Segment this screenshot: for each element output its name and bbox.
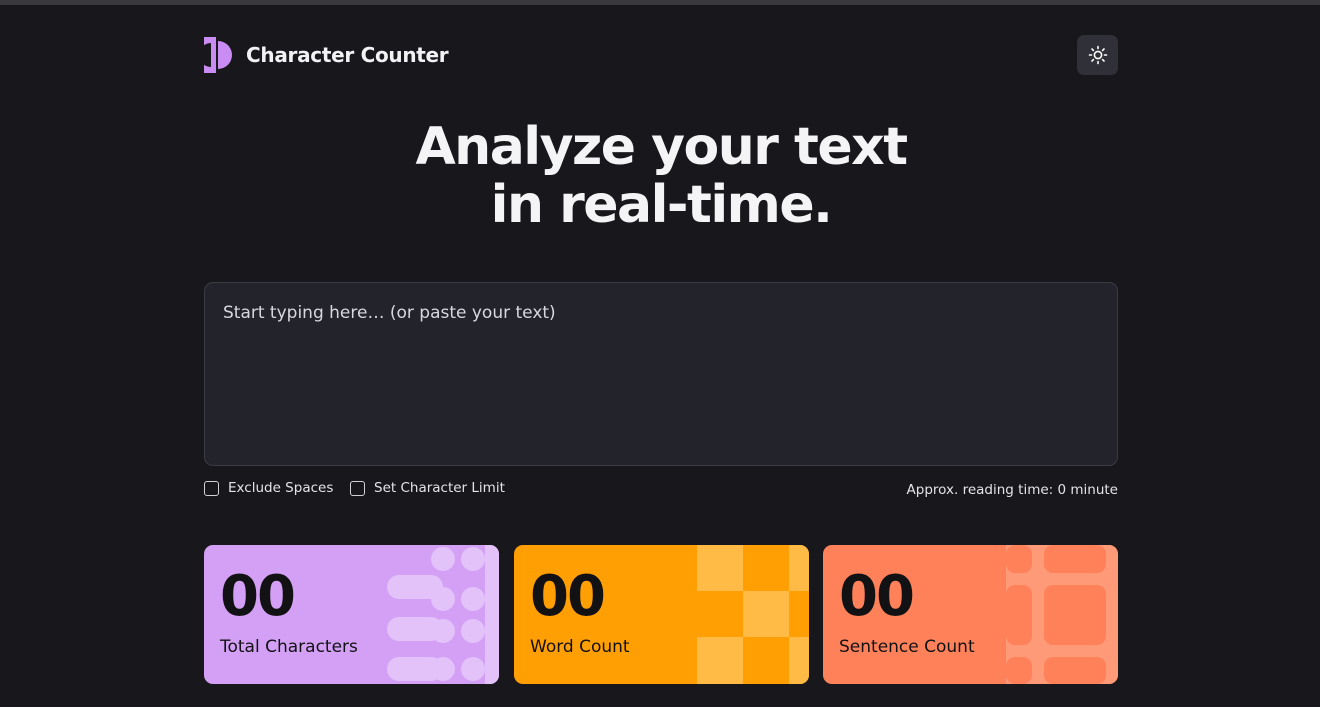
text-input[interactable] [204,282,1118,466]
header: Character Counter [204,34,1118,76]
word-count-value: 00 [530,564,606,629]
exclude-spaces-checkbox[interactable] [204,480,219,496]
app-container: Character Counter Analyze your text in r… [204,0,1118,707]
hero-heading: Analyze your text in real-time. [204,118,1118,234]
character-limit-option[interactable]: Set Character Limit [350,480,505,496]
sentence-count-label: Sentence Count [839,637,975,657]
exclude-spaces-label: Exclude Spaces [228,480,334,496]
total-characters-label: Total Characters [220,637,358,657]
theme-toggle-button[interactable] [1077,35,1118,75]
total-characters-value: 00 [220,564,296,629]
sentence-count-value: 00 [839,564,915,629]
reading-time: Approx. reading time: 0 minute [906,482,1118,498]
logo-icon [204,37,232,73]
hero-line-1: Analyze your text [415,117,908,177]
word-count-label: Word Count [530,637,630,657]
card-pattern-circles [387,545,499,684]
word-count-card: 00 Word Count [514,545,809,684]
character-limit-label: Set Character Limit [374,480,505,496]
sun-icon [1088,45,1107,65]
exclude-spaces-option[interactable]: Exclude Spaces [204,480,333,496]
card-pattern-grid [1006,545,1118,684]
total-characters-card: 00 Total Characters [204,545,499,684]
hero-line-2: in real-time. [490,175,833,235]
character-limit-checkbox[interactable] [350,480,365,496]
app-title: Character Counter [246,43,449,67]
card-pattern-checker [697,545,809,684]
sentence-count-card: 00 Sentence Count [823,545,1118,684]
logo[interactable]: Character Counter [204,37,449,73]
options-row: Exclude Spaces Set Character Limit Appro… [204,480,1118,502]
